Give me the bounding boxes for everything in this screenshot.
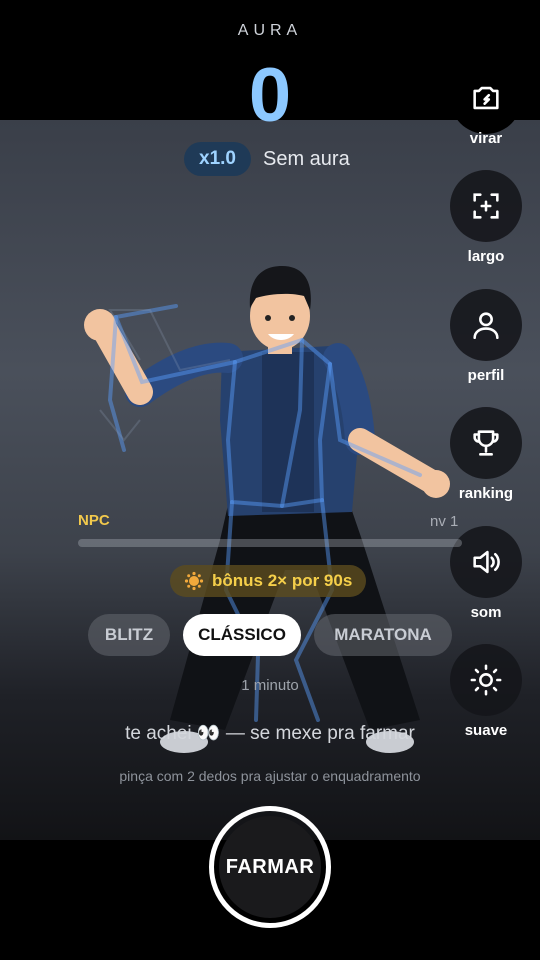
flip-label: virar: [469, 130, 503, 147]
profile-label: perfil: [467, 367, 505, 384]
multiplier-badge: x1.0: [184, 142, 251, 176]
aura-progress-bar: [78, 539, 462, 547]
aura-status: Sem aura: [262, 147, 350, 170]
bonus-text: bônus 2× por 90s: [212, 571, 353, 590]
frame-expand-icon: [473, 193, 499, 219]
farm-button[interactable]: FARMAR: [209, 806, 331, 928]
trophy-icon: [473, 430, 499, 456]
mode-blitz-button[interactable]: BLITZ: [88, 614, 170, 656]
aura-label: AURA: [237, 22, 303, 39]
sound-button[interactable]: [450, 526, 522, 598]
wide-control[interactable]: largo: [450, 170, 522, 265]
sun-icon: [184, 571, 204, 591]
flip-camera-icon: [473, 86, 499, 110]
ranking-label: ranking: [458, 485, 514, 502]
level-label: nv 1: [430, 513, 459, 530]
pinch-hint: pinça com 2 dedos pra ajustar o enquadra…: [119, 768, 421, 784]
profile-button[interactable]: [450, 289, 522, 361]
farm-button-label: FARMAR: [219, 816, 321, 918]
flip-camera-button[interactable]: [450, 62, 522, 134]
ranking-control[interactable]: ranking: [450, 407, 522, 502]
rank-label: NPC: [78, 512, 110, 529]
mode-classic-button[interactable]: CLÁSSICO: [183, 614, 301, 656]
ranking-button[interactable]: [450, 407, 522, 479]
detection-hint: te achei 👀 — se mexe pra farmar: [125, 723, 415, 744]
user-icon: [473, 312, 499, 340]
sound-label: som: [470, 604, 502, 621]
mode-duration: 1 minuto: [241, 677, 299, 694]
profile-control[interactable]: perfil: [450, 289, 522, 384]
wide-button[interactable]: [450, 170, 522, 242]
wide-label: largo: [467, 248, 505, 265]
flip-camera-control[interactable]: virar: [450, 62, 522, 147]
multiplier-row: x1.0 Sem aura: [184, 142, 350, 176]
bonus-badge: bônus 2× por 90s: [170, 565, 367, 597]
speaker-icon: [473, 550, 500, 574]
mode-marathon-button[interactable]: MARATONA: [314, 614, 452, 656]
